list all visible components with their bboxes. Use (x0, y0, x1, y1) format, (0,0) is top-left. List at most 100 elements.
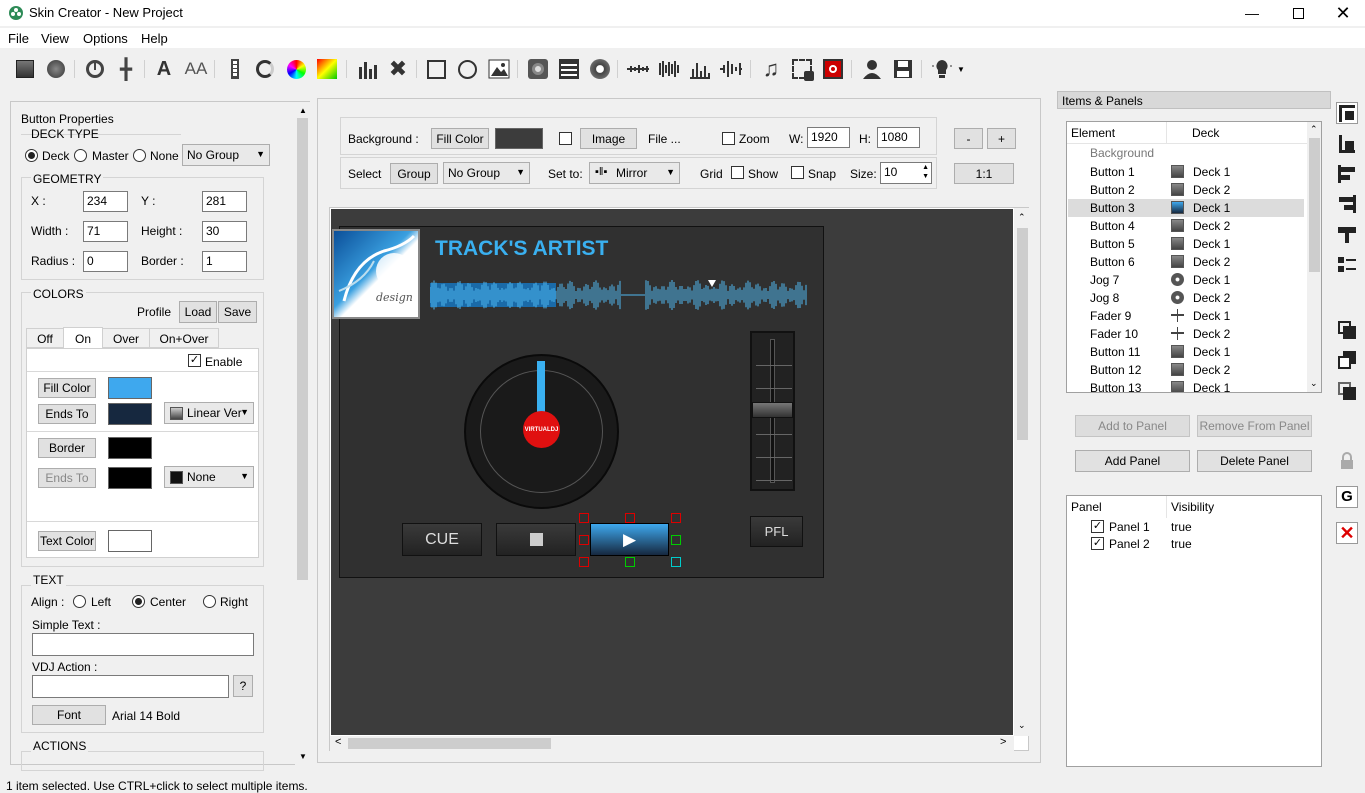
image-icon[interactable] (488, 58, 510, 80)
distribute-icon[interactable] (1336, 254, 1358, 276)
align-left-icon[interactable] (1336, 163, 1358, 185)
vdj-help-button[interactable]: ? (233, 675, 253, 697)
menu-view[interactable]: View (41, 31, 69, 46)
table-row[interactable]: Button 11 Deck 1 (1068, 343, 1304, 361)
load-button[interactable]: Load (179, 301, 217, 323)
align-bottom-icon[interactable] (1336, 133, 1358, 155)
table-row[interactable]: Button 3 Deck 1 (1068, 199, 1304, 217)
play-button[interactable]: ▶ (590, 523, 669, 556)
scroll-up-icon[interactable]: ⌃ (1018, 212, 1026, 223)
delete-icon[interactable]: ✕ (1336, 522, 1358, 544)
border-mode-select[interactable]: None ▼ (164, 466, 254, 488)
close-button[interactable]: ✕ (1320, 0, 1365, 26)
bg-image-button[interactable]: Image (580, 128, 637, 149)
zoom-out-button[interactable]: - (954, 128, 983, 149)
save-profile-button[interactable]: Save (218, 301, 257, 323)
group-select[interactable]: No Group ▼ (443, 162, 530, 184)
canvas-hscrollbar[interactable]: < > (330, 736, 1014, 751)
selection-handle[interactable] (625, 513, 635, 523)
wave-small-icon[interactable] (627, 58, 649, 80)
delete-panel-button[interactable]: Delete Panel (1197, 450, 1312, 472)
selection-handle[interactable] (671, 513, 681, 523)
lock-icon[interactable] (1336, 450, 1358, 472)
table-row[interactable]: Button 13 Deck 1 (1068, 379, 1304, 392)
maximize-button[interactable] (1275, 0, 1321, 26)
spectrum-icon[interactable] (689, 58, 711, 80)
radio-none[interactable] (133, 149, 146, 162)
pitch-fader[interactable] (750, 331, 795, 491)
tab-on-over[interactable]: On+Over (149, 328, 219, 348)
deck-panel[interactable]: design TRACK'S ARTIST VIRTUALDJ CUE ▶ PF… (332, 226, 824, 578)
gradient-icon[interactable] (316, 58, 338, 80)
align-center-icon[interactable] (1336, 224, 1358, 246)
border-color-swatch[interactable] (108, 437, 152, 459)
panel-1-name[interactable]: Panel 1 (1109, 520, 1150, 534)
bars-icon[interactable] (356, 58, 378, 80)
rect-icon[interactable] (425, 58, 447, 80)
select-image-icon[interactable] (791, 58, 814, 81)
set-to-select[interactable]: ▪‖▪ Mirror ▼ (589, 162, 680, 184)
table-row[interactable]: Button 2 Deck 2 (1068, 181, 1304, 199)
ring-icon[interactable] (254, 58, 276, 80)
cue-button[interactable]: CUE (402, 523, 482, 556)
color-wheel-icon[interactable] (285, 58, 307, 80)
knob-icon[interactable] (84, 58, 106, 80)
group-button[interactable]: Group (390, 163, 438, 184)
radio-align-center[interactable] (132, 595, 145, 608)
align-top-left-icon[interactable] (1336, 102, 1358, 124)
remove-from-panel-button[interactable]: Remove From Panel (1197, 415, 1312, 437)
radio-align-right[interactable] (203, 595, 216, 608)
album-art[interactable]: design (332, 229, 420, 319)
scroll-right-icon[interactable]: > (1000, 736, 1006, 748)
grid-size-input[interactable]: 10 ▲ ▼ (880, 162, 932, 184)
table-row[interactable]: Button 1 Deck 1 (1068, 163, 1304, 181)
radio-deck[interactable] (25, 149, 38, 162)
scroll-left-icon[interactable]: < (335, 736, 341, 748)
table-row[interactable]: Button 6 Deck 2 (1068, 253, 1304, 271)
selection-handle[interactable] (579, 535, 589, 545)
send-back-icon[interactable] (1336, 349, 1358, 371)
panels-list[interactable]: Panel Visibility ✓ Panel 1 true ✓ Panel … (1066, 495, 1322, 767)
fill-color-button[interactable]: Fill Color (38, 378, 96, 398)
tab-on[interactable]: On (63, 327, 103, 349)
jog-icon[interactable] (45, 58, 67, 80)
tab-over[interactable]: Over (102, 328, 150, 348)
selection-handle[interactable] (625, 557, 635, 567)
zoom-reset-button[interactable]: 1:1 (954, 163, 1014, 184)
table-row[interactable]: Jog 8 Deck 2 (1068, 289, 1304, 307)
zoom-checkbox[interactable] (722, 132, 735, 145)
user-icon[interactable] (861, 58, 883, 80)
background-row[interactable]: Background (1090, 146, 1154, 160)
table-row[interactable]: Button 5 Deck 1 (1068, 235, 1304, 253)
table-row[interactable]: Button 12 Deck 2 (1068, 361, 1304, 379)
menu-options[interactable]: Options (83, 31, 128, 46)
bg-image-checkbox[interactable] (559, 132, 572, 145)
tab-off[interactable]: Off (26, 328, 64, 348)
height-input[interactable]: 30 (202, 221, 247, 242)
selection-handle[interactable] (579, 513, 589, 523)
note-icon[interactable]: ♫ (760, 56, 782, 81)
spin-icon[interactable]: ▲ ▼ (922, 163, 929, 181)
bg-fill-color-button[interactable]: Fill Color (431, 128, 489, 149)
scroll-down-icon[interactable]: ▼ (299, 752, 307, 761)
properties-scrollbar[interactable]: ▲ ▼ (295, 102, 310, 765)
bulb-icon[interactable] (931, 58, 953, 80)
font-button[interactable]: Font (32, 705, 106, 725)
panel-2-checkbox[interactable]: ✓ (1091, 537, 1104, 550)
text-color-swatch[interactable] (108, 530, 152, 552)
fader-icon[interactable]: ╋ (115, 58, 137, 81)
border-color-button[interactable]: Border (38, 438, 96, 458)
add-to-panel-button[interactable]: Add to Panel (1075, 415, 1190, 437)
track-artist[interactable]: TRACK'S ARTIST (435, 237, 608, 261)
elements-scrollbar[interactable]: ⌃ ⌄ (1307, 122, 1321, 392)
chevron-down-icon[interactable]: ▼ (955, 58, 967, 80)
simple-text-input[interactable] (32, 633, 254, 656)
menu-help[interactable]: Help (141, 31, 168, 46)
ends-to-swatch[interactable] (108, 403, 152, 425)
text-color-button[interactable]: Text Color (38, 531, 96, 551)
canvas-vscrollbar[interactable]: ⌃ ⌄ (1014, 208, 1030, 736)
grid-show-checkbox[interactable] (731, 166, 744, 179)
radio-master[interactable] (74, 149, 87, 162)
selection-handle[interactable] (671, 535, 681, 545)
disc-icon[interactable] (527, 58, 549, 80)
